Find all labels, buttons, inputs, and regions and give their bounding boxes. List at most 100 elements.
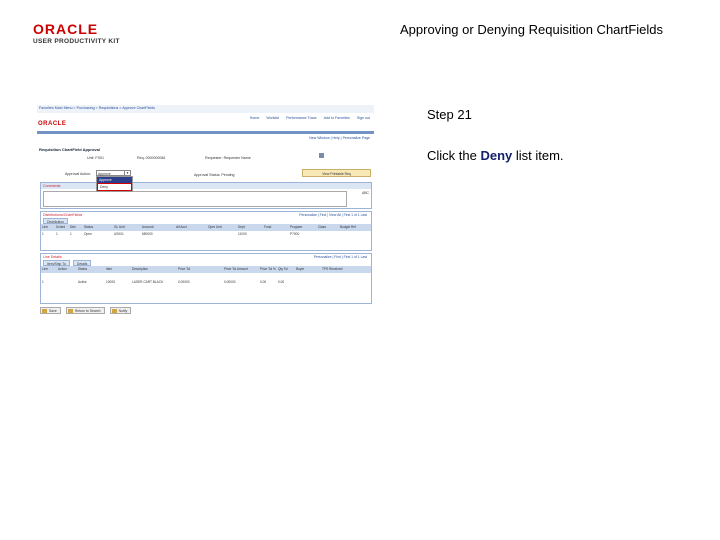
- cell-price-tol-pct: 0.00: [260, 280, 267, 284]
- col-price-tol-amount: Price Tol Amount: [224, 267, 248, 271]
- col-status: Status: [84, 225, 94, 229]
- col-price-tol-pct: Price Tol %: [260, 267, 276, 271]
- spell-check-icon[interactable]: ABC: [362, 191, 369, 195]
- chevron-down-icon[interactable]: ▼: [124, 171, 130, 175]
- nav-divider-bar: [37, 131, 374, 134]
- save-button[interactable]: Save: [40, 307, 61, 314]
- req-label: Req: 0000000081: [136, 156, 166, 160]
- distributions-pager[interactable]: Personalize | Find | View All | First 1 …: [299, 213, 367, 217]
- table-row: 1 Active 10005 LASER CART BLACK 0.00000 …: [41, 273, 371, 291]
- page-links[interactable]: New Window | Help | Personalize Page: [309, 136, 370, 140]
- cell-price-tol-amount: 0.00000: [224, 280, 236, 284]
- dropdown-option-deny[interactable]: Deny: [97, 183, 132, 191]
- step-number: Step 21: [427, 107, 472, 122]
- instruction-target: Deny: [480, 148, 513, 163]
- col-tps-received: TPS Received: [322, 267, 343, 271]
- line-details-pager[interactable]: Personalize | Find | First 1 of 1 Last: [314, 255, 367, 259]
- cell-item: 10005: [106, 280, 115, 284]
- col-gl-unit: GL Unit: [114, 225, 125, 229]
- notify-button[interactable]: Notify: [109, 307, 132, 314]
- col-action: Action: [58, 267, 67, 271]
- notify-icon: [111, 309, 117, 313]
- logo-subtitle: USER PRODUCTIVITY KIT: [33, 38, 120, 45]
- comments-textarea[interactable]: [43, 191, 347, 207]
- cell-account[interactable]: 650000: [141, 231, 175, 239]
- col-sched: Sched: [56, 225, 66, 229]
- approval-action-label: Approval Action:: [65, 172, 91, 176]
- save-label: Save: [49, 309, 57, 313]
- cell-line: 1: [42, 280, 44, 284]
- col-price-tol: Price Tol: [178, 267, 191, 271]
- col-fund: Fund: [264, 225, 272, 229]
- approval-status: Approval Status: Pending: [194, 173, 235, 177]
- breadcrumb-bar: Favorites Main Menu > Purchasing > Requi…: [37, 105, 374, 113]
- breadcrumb[interactable]: Favorites Main Menu > Purchasing > Requi…: [39, 106, 155, 110]
- comments-title: Comments: [41, 183, 371, 189]
- bottom-toolbar: Save Return to Search Notify: [40, 307, 135, 314]
- return-icon: [67, 309, 73, 313]
- cell-class[interactable]: [317, 231, 339, 239]
- cell-description: LASER CART BLACK: [132, 280, 164, 284]
- edit-icon[interactable]: [319, 153, 324, 158]
- cell-status: Active: [78, 280, 87, 284]
- cell-line: 1: [42, 232, 44, 236]
- col-status: Status: [78, 267, 88, 271]
- col-oper-unit: Oper Unit: [208, 225, 222, 229]
- nav-home[interactable]: Home: [250, 116, 260, 120]
- header-nav: Home Worklist Performance Trace Add to F…: [244, 116, 370, 120]
- app-logo: ORACLE: [38, 121, 67, 127]
- instruction-prefix: Click the: [427, 148, 481, 163]
- nav-worklist[interactable]: Worklist: [266, 116, 279, 120]
- return-to-search-button[interactable]: Return to Search: [65, 307, 105, 314]
- cell-buyer: [295, 273, 321, 291]
- application-screenshot: Favorites Main Menu > Purchasing > Requi…: [37, 105, 374, 317]
- cell-tps-received: [321, 273, 369, 291]
- col-class: Class: [318, 225, 326, 229]
- nav-add-favorites[interactable]: Add to Favorites: [324, 116, 350, 120]
- approval-action-dropdown: Approve Deny: [96, 176, 133, 192]
- cell-status: Open: [84, 232, 92, 236]
- cell-alt-acct[interactable]: [175, 231, 207, 239]
- unit-label: Unit: FS01: [87, 156, 104, 160]
- line-details-header: Line Action Status Item Description Pric…: [41, 266, 371, 273]
- oracle-upk-logo: ORACLE USER PRODUCTIVITY KIT: [33, 22, 128, 45]
- cell-sched: 1: [56, 232, 58, 236]
- cell-action[interactable]: [57, 273, 77, 291]
- line-details-grid: Line Details Personalize | Find | First …: [40, 253, 372, 304]
- cell-program[interactable]: P7000: [289, 231, 317, 239]
- nav-sign-out[interactable]: Sign out: [357, 116, 370, 120]
- instruction-suffix: list item.: [512, 148, 564, 163]
- page-title: Requisition ChartField Approval: [39, 147, 100, 152]
- view-printable-req-button[interactable]: View Printable Req: [302, 169, 371, 177]
- cell-dept[interactable]: 11000: [237, 231, 263, 239]
- logo-word: ORACLE: [33, 21, 99, 37]
- requester-label: Requester: Requester Name: [205, 156, 251, 160]
- return-label: Return to Search: [74, 309, 101, 313]
- distributions-grid: Distributions/ChartFields Personalize | …: [40, 211, 372, 251]
- notify-label: Notify: [118, 309, 128, 313]
- cell-fund[interactable]: [263, 231, 289, 239]
- col-dist: Dist: [70, 225, 76, 229]
- col-item: Item: [106, 267, 113, 271]
- col-qty-tol: Qty Tol: [278, 267, 288, 271]
- cell-dist: 1: [70, 232, 72, 236]
- table-row: 1 1 1 Open US001 650000 11000 P7000: [41, 231, 371, 239]
- unit-req-row: Unit: FS01 Req: 0000000081: [87, 156, 166, 160]
- cell-budget-ref[interactable]: [339, 231, 369, 239]
- cell-oper-unit[interactable]: [207, 231, 237, 239]
- step-instruction: Click the Deny list item.: [427, 148, 564, 163]
- nav-performance-trace[interactable]: Performance Trace: [286, 116, 317, 120]
- distributions-header: Line Sched Dist Status GL Unit Account A…: [41, 224, 371, 231]
- col-description: Description: [132, 267, 148, 271]
- col-account: Account: [142, 225, 154, 229]
- col-buyer: Buyer: [296, 267, 305, 271]
- col-dept: Dept: [238, 225, 245, 229]
- cell-gl-unit[interactable]: US001: [113, 231, 141, 239]
- slide-title: Approving or Denying Requisition ChartFi…: [400, 22, 664, 37]
- save-icon: [42, 309, 47, 313]
- cell-price-tol: 0.00000: [178, 280, 190, 284]
- col-alt-acct: Alt Acct: [176, 225, 187, 229]
- col-line: Line: [42, 267, 49, 271]
- cell-qty-tol: 0.00: [278, 280, 285, 284]
- col-budget-ref: Budget Ref: [340, 225, 356, 229]
